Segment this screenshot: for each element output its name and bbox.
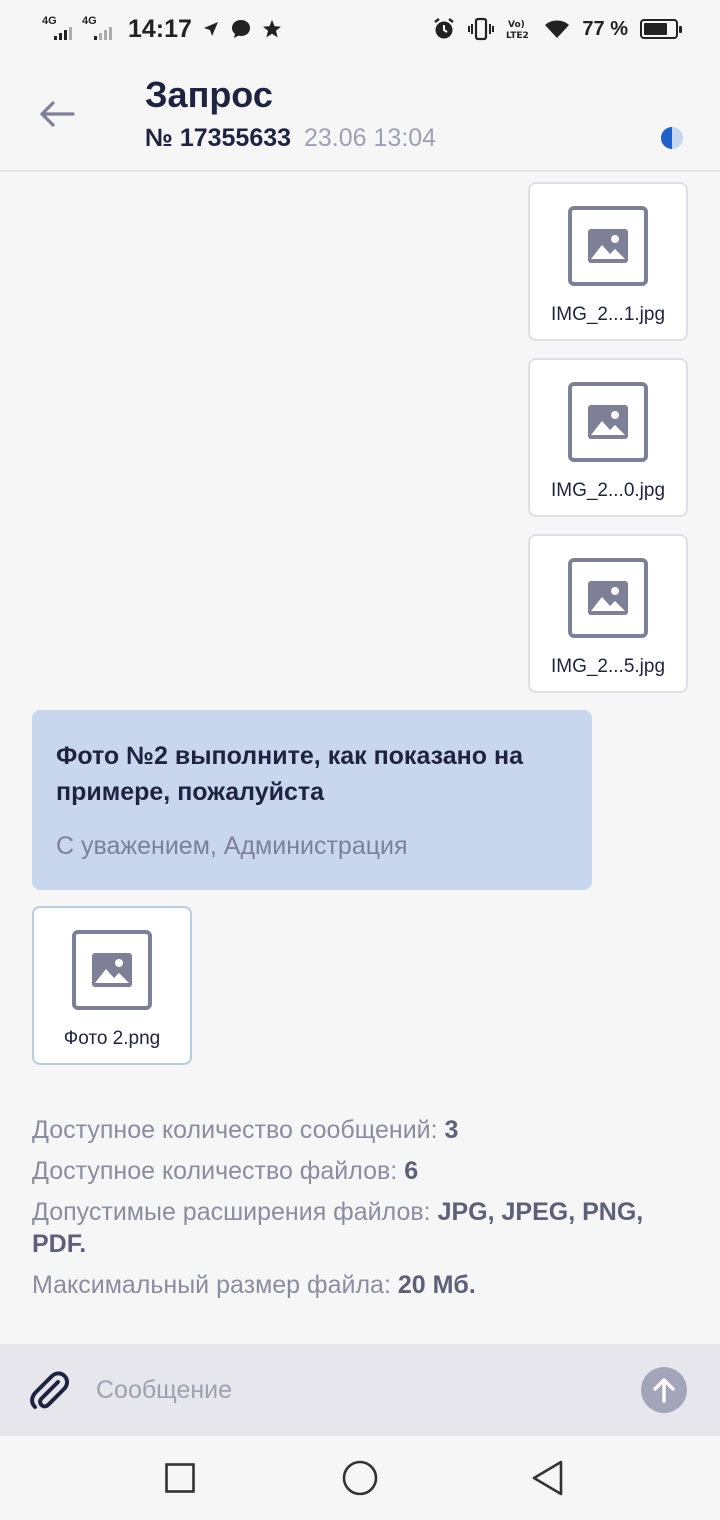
arrow-up-icon: [653, 1378, 675, 1403]
back-arrow-icon: [40, 101, 75, 127]
network-type-label: 4G: [82, 15, 97, 27]
admin-message-signature: С уважением, Администрация: [56, 832, 408, 860]
file-name: IMG_2...1.jpg: [550, 304, 666, 325]
image-file-icon: [72, 930, 152, 1010]
back-nav-button[interactable]: [528, 1458, 568, 1498]
status-bar: 4G 4G 14:17 Vo) LTE2 77 %: [0, 0, 720, 58]
navigation-arrow-icon: [203, 22, 218, 36]
file-name: Фото 2.png: [63, 1028, 161, 1049]
signal-icon: 4G: [42, 15, 72, 40]
home-button[interactable]: [340, 1458, 380, 1498]
circle-icon: [342, 1460, 378, 1496]
svg-text:LTE2: LTE2: [506, 31, 529, 41]
signal-icon: 4G: [82, 15, 112, 40]
request-info: № 17355633 23.06 13:04: [145, 124, 436, 153]
status-bar-right: Vo) LTE2 77 %: [432, 17, 682, 41]
alarm-icon: [434, 18, 455, 39]
request-number: № 17355633: [145, 124, 292, 152]
file-attachment[interactable]: IMG_2...5.jpg: [528, 534, 688, 693]
messages-limit: Доступное количество сообщений: 3: [32, 1116, 459, 1144]
file-name: IMG_2...0.jpg: [550, 480, 666, 501]
message-composer: [0, 1344, 720, 1436]
status-bar-left: 4G 4G 14:17: [42, 15, 282, 44]
square-icon: [165, 1463, 195, 1493]
volte-icon: Vo)LTE2: [506, 20, 529, 41]
chat-bubble-icon: [231, 20, 250, 38]
star-icon: [262, 20, 281, 38]
files-limit: Доступное количество файлов: 6: [32, 1157, 419, 1185]
image-file-icon: [568, 206, 648, 286]
admin-message-text: Фото №2 выполните, как показано на приме…: [56, 742, 523, 806]
system-nav-bar: [0, 1436, 720, 1520]
request-status-icon: [661, 127, 683, 149]
clock: 14:17: [128, 14, 192, 43]
message-input[interactable]: [96, 1366, 616, 1414]
svg-text:Vo): Vo): [508, 20, 525, 30]
file-attachment[interactable]: IMG_2...1.jpg: [528, 182, 688, 341]
back-button[interactable]: [34, 94, 80, 134]
request-date: 23.06 13:04: [304, 124, 437, 152]
triangle-back-icon: [532, 1460, 563, 1496]
wifi-icon: [545, 20, 570, 38]
vibrate-icon: [468, 17, 495, 41]
page-title: Запрос: [145, 74, 273, 115]
network-type-label: 4G: [42, 15, 57, 27]
admin-file-attachment[interactable]: Фото 2.png: [32, 906, 192, 1065]
file-name: IMG_2...5.jpg: [550, 656, 666, 677]
limits-info: Доступное количество сообщений: 3 Доступ…: [32, 1114, 672, 1310]
recent-apps-button[interactable]: [160, 1458, 200, 1498]
send-button[interactable]: [641, 1367, 687, 1413]
file-attachment[interactable]: IMG_2...0.jpg: [528, 358, 688, 517]
attach-button[interactable]: [28, 1370, 70, 1412]
extensions-limit: Допустимые расширения файлов: JPG, JPEG,…: [32, 1198, 644, 1258]
paperclip-icon: [30, 1371, 70, 1409]
max-size-limit: Максимальный размер файла: 20 Мб.: [32, 1271, 476, 1299]
admin-message-bubble: Фото №2 выполните, как показано на приме…: [32, 710, 592, 890]
image-file-icon: [568, 382, 648, 462]
app-header: Запрос № 17355633 23.06 13:04: [0, 58, 720, 172]
image-file-icon: [568, 558, 648, 638]
battery-percent: 77 %: [582, 17, 628, 40]
battery-icon: [640, 19, 682, 39]
